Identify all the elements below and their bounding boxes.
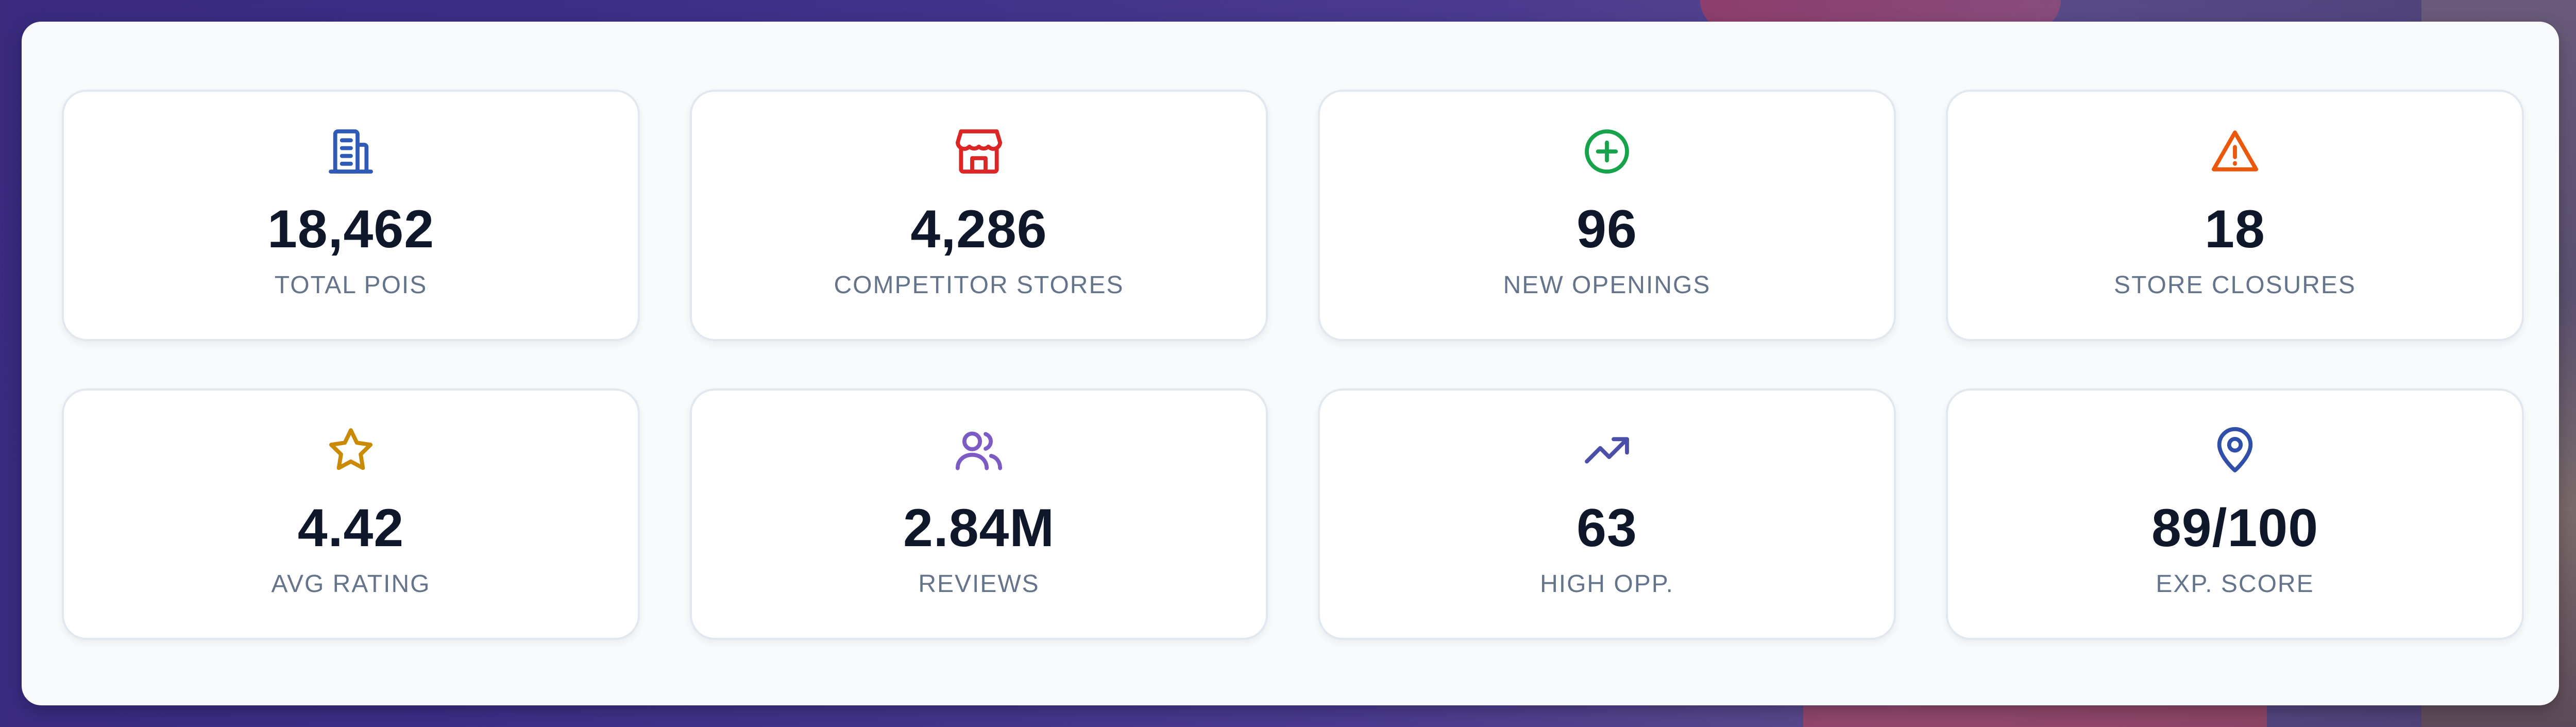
- alert-triangle-icon: [2208, 125, 2262, 178]
- users-icon: [952, 424, 1006, 477]
- stats-panel: 18,462 TOTAL POIS 4,286 COMPETITOR STORE…: [22, 22, 2559, 705]
- stat-label: NEW OPENINGS: [1503, 272, 1711, 299]
- stat-value: 63: [1577, 498, 1637, 558]
- stat-label: AVG RATING: [271, 570, 431, 598]
- stat-card-exp-score: 89/100 EXP. SCORE: [1946, 388, 2524, 640]
- stat-card-reviews: 2.84M REVIEWS: [690, 388, 1268, 640]
- stat-value: 2.84M: [903, 498, 1055, 558]
- stats-grid: 18,462 TOTAL POIS 4,286 COMPETITOR STORE…: [62, 90, 2524, 640]
- stat-card-avg-rating: 4.42 AVG RATING: [62, 388, 640, 640]
- stat-label: COMPETITOR STORES: [834, 272, 1124, 299]
- building-icon: [324, 125, 378, 178]
- store-icon: [952, 125, 1006, 178]
- stat-label: HIGH OPP.: [1540, 570, 1674, 598]
- stat-card-high-opportunity: 63 HIGH OPP.: [1318, 388, 1896, 640]
- stat-card-store-closures: 18 STORE CLOSURES: [1946, 90, 2524, 341]
- star-icon: [324, 424, 378, 477]
- map-pin-icon: [2208, 424, 2262, 477]
- stat-value: 4.42: [297, 498, 404, 558]
- stat-label: STORE CLOSURES: [2114, 272, 2356, 299]
- stat-value: 18: [2205, 199, 2265, 259]
- plus-circle-icon: [1580, 125, 1634, 178]
- background-decoration: [1803, 706, 2267, 727]
- stat-value: 18,462: [267, 199, 435, 259]
- stat-label: EXP. SCORE: [2156, 570, 2314, 598]
- stat-value: 89/100: [2151, 498, 2319, 558]
- trending-up-icon: [1580, 424, 1634, 477]
- stat-value: 96: [1577, 199, 1637, 259]
- stat-value: 4,286: [910, 199, 1047, 259]
- stat-card-competitor-stores: 4,286 COMPETITOR STORES: [690, 90, 1268, 341]
- stat-label: REVIEWS: [918, 570, 1040, 598]
- stat-card-total-pois: 18,462 TOTAL POIS: [62, 90, 640, 341]
- stat-label: TOTAL POIS: [274, 272, 428, 299]
- stat-card-new-openings: 96 NEW OPENINGS: [1318, 90, 1896, 341]
